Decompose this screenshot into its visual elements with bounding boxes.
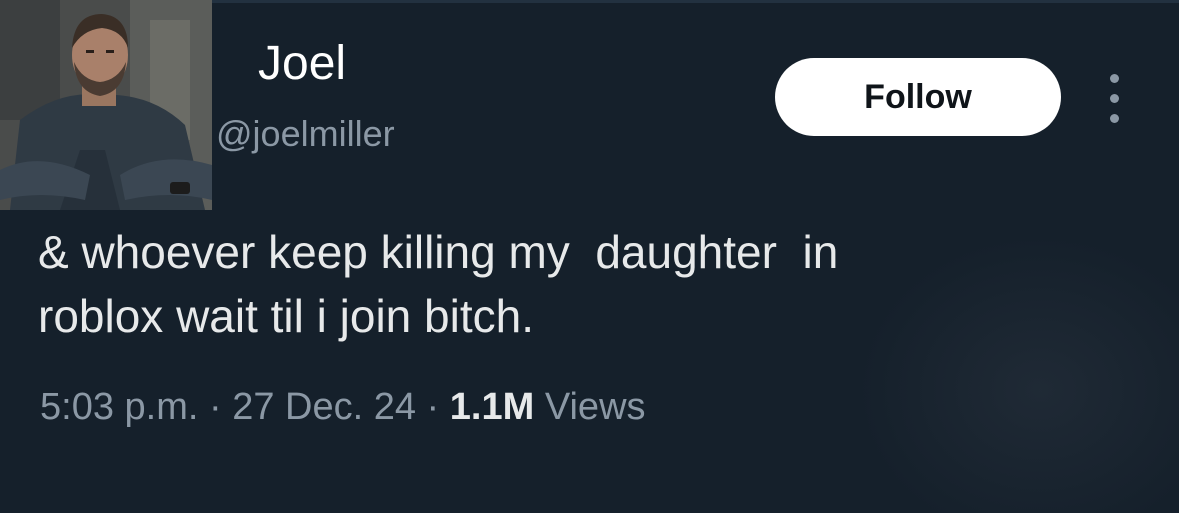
tweet-card: Joel @joelmiller Follow & whoever keep k… <box>0 0 1179 513</box>
meta-separator: · <box>416 386 450 428</box>
avatar[interactable] <box>0 0 212 210</box>
display-name[interactable]: Joel <box>258 40 346 88</box>
follow-button[interactable]: Follow <box>775 58 1061 136</box>
views-label: Views <box>544 386 646 428</box>
user-handle[interactable]: @joelmiller <box>216 116 395 152</box>
profile-photo-man-icon <box>0 0 212 210</box>
more-options-button[interactable] <box>1096 72 1132 126</box>
tweet-text-line: roblox wait til i join bitch. <box>38 290 534 342</box>
tweet-text-line: & whoever keep killing my daughter in <box>38 226 839 278</box>
tweet-date[interactable]: 27 Dec. 24 <box>232 386 416 428</box>
views-count: 1.1M <box>449 386 535 428</box>
tweet-time[interactable]: 5:03 p.m. <box>40 386 198 428</box>
meta-separator: · <box>198 386 233 428</box>
tweet-text: & whoever keep killing my daughter in ro… <box>38 220 1148 348</box>
tweet-meta: 5:03 p.m. · 27 Dec. 24 · 1.1M Views <box>40 388 646 426</box>
